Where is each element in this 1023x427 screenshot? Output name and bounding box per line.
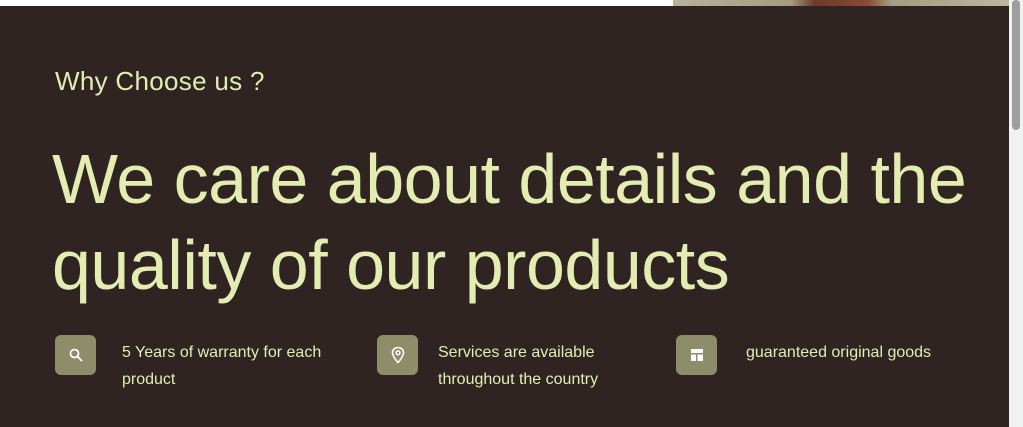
- feature-text: Services are available throughout the co…: [438, 344, 599, 388]
- section-headline: We care about details and the quality of…: [52, 140, 967, 304]
- scrollbar-thumb[interactable]: [1012, 0, 1020, 130]
- feature-text: guaranteed original goods: [746, 344, 932, 361]
- search-icon: [55, 335, 96, 375]
- layout-icon: [676, 335, 717, 375]
- feature-text: 5 Years of warranty for each product: [122, 344, 322, 388]
- section-eyebrow: Why Choose us ?: [55, 66, 265, 96]
- location-pin-icon: [377, 335, 418, 375]
- why-choose-us-section: Why Choose us ? We care about details an…: [0, 6, 1009, 427]
